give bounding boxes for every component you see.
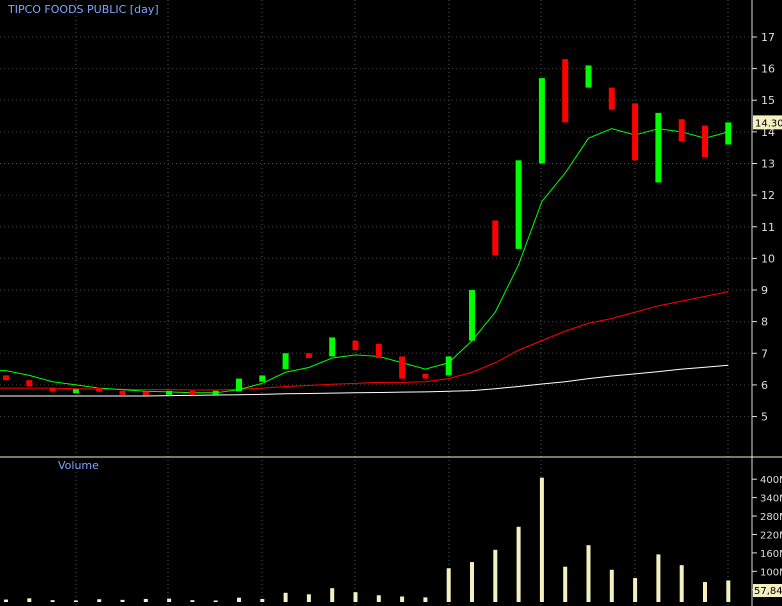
volume-bar [586, 545, 591, 602]
price-tick-label: 6 [761, 379, 768, 392]
candle [49, 387, 56, 392]
ma-long-line [0, 364, 729, 397]
volume-bar [50, 600, 55, 602]
price-tick-label: 16 [761, 63, 775, 76]
volume-bar [190, 600, 195, 602]
candle [142, 391, 149, 396]
price-tick-label: 17 [761, 31, 775, 44]
candle [585, 65, 592, 88]
volume-bar [376, 595, 381, 602]
volume-bar [306, 594, 311, 602]
volume-bar [446, 568, 451, 602]
volume-bar [213, 600, 218, 602]
candles [3, 59, 732, 396]
volume-bar [703, 582, 707, 602]
volume-bar [563, 566, 568, 602]
candle [236, 378, 242, 392]
volume-tick-label: 340M [760, 494, 782, 505]
candle [166, 390, 173, 395]
grid-lines [0, 0, 752, 606]
volume-panel-title: Volume [58, 459, 99, 472]
volume-bar [539, 477, 544, 602]
candle [492, 220, 499, 256]
price-tick-label: 7 [761, 347, 768, 360]
candle [632, 103, 639, 161]
candle [422, 373, 429, 379]
volume-tick-label: 100M [760, 567, 782, 578]
last-volume-label: 57,847 [754, 586, 782, 597]
volume-bar [97, 599, 102, 602]
last-price-label: 14.30 [755, 118, 782, 129]
candle [445, 356, 452, 376]
candle [702, 125, 708, 158]
price-tick-label: 10 [761, 252, 775, 265]
candle [72, 389, 79, 394]
candle [329, 337, 336, 357]
candle [562, 59, 569, 123]
volume-tick-label: 280M [760, 512, 782, 523]
volume-bar [260, 598, 265, 602]
volume-bar [120, 599, 125, 602]
candle [119, 390, 126, 395]
candle [375, 343, 382, 359]
candle [259, 375, 266, 382]
candle [538, 78, 545, 164]
candle [96, 387, 103, 392]
volume-bar [167, 598, 172, 602]
candle [725, 122, 732, 145]
candle [399, 356, 406, 379]
volume-bar [726, 580, 731, 602]
volume-bar [330, 588, 335, 602]
price-tick-label: 8 [761, 316, 768, 329]
candle [212, 390, 219, 395]
price-tick-label: 5 [761, 411, 768, 424]
volume-bar [237, 597, 241, 602]
candle [26, 380, 33, 387]
volume-bar [423, 597, 428, 602]
stock-chart: 56789101112131415161714.3040M100M160M220… [0, 0, 782, 606]
candle [655, 112, 662, 183]
price-tick-label: 12 [761, 189, 775, 202]
volume-bar [353, 592, 358, 602]
volume-tick-label: 160M [760, 549, 782, 560]
volume-bar [656, 554, 661, 602]
volume-axis: 40M100M160M220M280M340M400M [752, 475, 782, 597]
chart-title: TIPCO FOODS PUBLIC [day] [8, 3, 159, 16]
candle [305, 353, 312, 359]
candle [282, 353, 289, 370]
price-tick-label: 9 [761, 284, 768, 297]
volume-bar [143, 598, 148, 602]
volume-bar [516, 526, 521, 602]
candle [189, 390, 196, 395]
volume-bar [73, 600, 78, 602]
volume-bar [27, 598, 32, 602]
candle [515, 160, 522, 249]
volume-bar [400, 596, 405, 602]
volume-bar [633, 578, 638, 602]
volume-bar [470, 562, 474, 602]
candle [678, 119, 685, 142]
volume-bars [4, 477, 731, 602]
candle [3, 375, 9, 381]
volume-bar [283, 592, 288, 602]
candle [469, 290, 475, 341]
volume-tick-label: 400M [760, 475, 782, 486]
volume-bar [493, 549, 498, 602]
price-tick-label: 13 [761, 157, 775, 170]
price-axis: 567891011121314151617 [752, 31, 775, 424]
price-tick-label: 11 [761, 221, 775, 234]
volume-bar [679, 565, 684, 602]
volume-bar [609, 569, 614, 602]
volume-bar [4, 599, 8, 602]
candle [352, 340, 359, 351]
candle [608, 87, 615, 110]
volume-tick-label: 220M [760, 530, 782, 541]
price-tick-label: 15 [761, 94, 775, 107]
